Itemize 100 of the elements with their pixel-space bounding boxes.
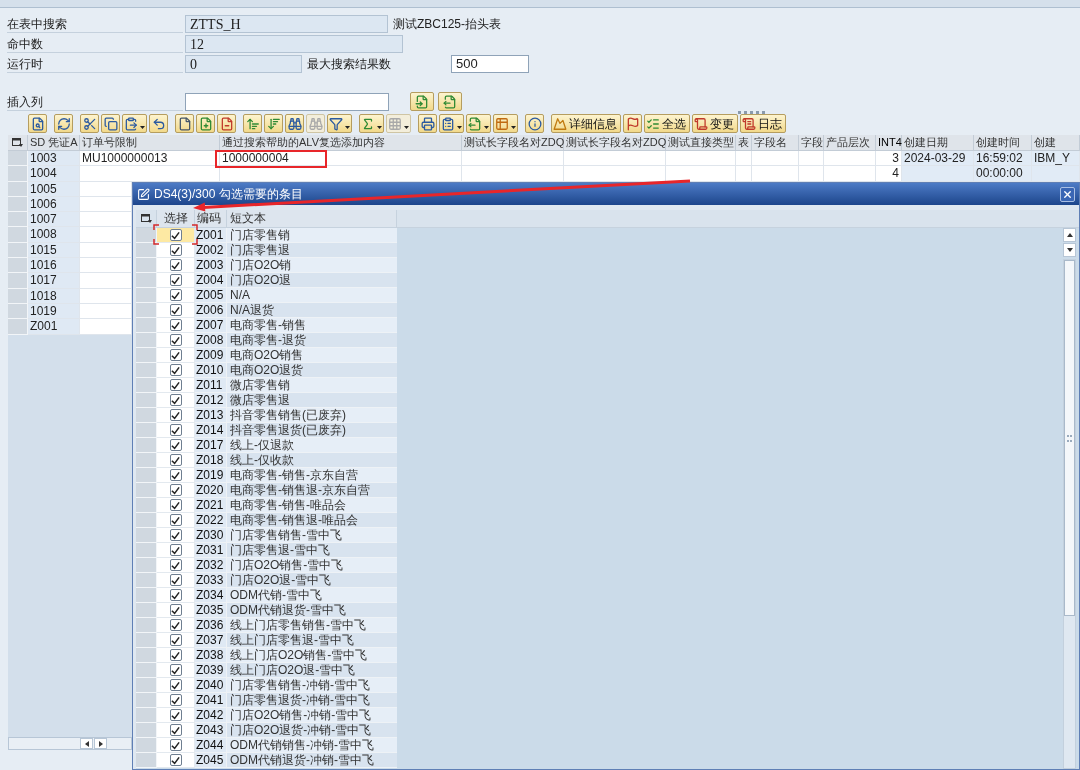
scroll-down-button[interactable]	[1063, 243, 1076, 257]
column-header[interactable]: 编码	[195, 210, 227, 227]
column-header[interactable]: 表	[736, 135, 752, 150]
horizontal-scrollbar[interactable]	[8, 737, 132, 750]
column-header[interactable]: 字段名	[752, 135, 799, 150]
column-header[interactable]: 创建日期	[902, 135, 974, 150]
scroll-left-button[interactable]	[80, 738, 93, 749]
checkbox[interactable]	[169, 559, 182, 571]
table-cell: 1016	[28, 258, 80, 274]
checkbox[interactable]	[169, 394, 182, 406]
checkbox[interactable]	[169, 664, 182, 676]
checkbox[interactable]	[169, 694, 182, 706]
checkbox[interactable]	[169, 229, 182, 241]
input-field[interactable]	[185, 92, 389, 111]
checkbox[interactable]	[169, 319, 182, 331]
export-button[interactable]	[466, 114, 491, 133]
checkbox[interactable]	[169, 334, 182, 346]
view-button[interactable]	[439, 114, 464, 133]
checkbox[interactable]	[169, 544, 182, 556]
paste-button[interactable]	[122, 114, 147, 133]
checkbox[interactable]	[169, 439, 182, 451]
change-button[interactable]: 变更	[692, 114, 738, 133]
checkbox[interactable]	[169, 244, 182, 256]
scroll-up-button[interactable]	[1063, 228, 1076, 242]
column-header[interactable]: 选择	[157, 210, 195, 227]
checkbox[interactable]	[169, 619, 182, 631]
column-header[interactable]: 创建时间	[974, 135, 1032, 150]
checkbox[interactable]	[169, 589, 182, 601]
sum-button[interactable]	[359, 114, 384, 133]
insert-column-right-button[interactable]	[438, 92, 462, 111]
column-header[interactable]: INT4	[876, 135, 902, 150]
delete-row-button[interactable]	[217, 114, 236, 133]
checkbox[interactable]	[169, 259, 182, 271]
sort-descending-button[interactable]	[264, 114, 283, 133]
checkbox[interactable]	[169, 499, 182, 511]
sort-ascending-button[interactable]	[243, 114, 262, 133]
insert-column-left-button[interactable]	[410, 92, 434, 111]
insert-row-button[interactable]	[196, 114, 215, 133]
find-button[interactable]	[285, 114, 304, 133]
checkbox[interactable]	[169, 379, 182, 391]
table-cell: Z011	[195, 378, 227, 393]
table-settings-icon[interactable]	[12, 137, 23, 148]
mountain-icon	[553, 116, 567, 131]
column-header[interactable]: 测试直接类型	[666, 135, 736, 150]
table-settings-icon[interactable]	[140, 213, 152, 224]
checkbox[interactable]	[169, 409, 182, 421]
column-header[interactable]: 订单号限制	[80, 135, 220, 150]
column-header[interactable]: 产品层次	[824, 135, 876, 150]
checkbox[interactable]	[169, 274, 182, 286]
column-header[interactable]: 测试长字段名对ZDQ	[564, 135, 666, 150]
checkbox[interactable]	[169, 349, 182, 361]
details-button[interactable]: 详细信息	[551, 114, 621, 133]
row-selector[interactable]	[136, 243, 157, 258]
new-page-button[interactable]	[175, 114, 194, 133]
scrollbar-thumb[interactable]	[1064, 260, 1075, 616]
document-search-button[interactable]	[28, 114, 47, 133]
input-field[interactable]: 500	[451, 55, 529, 73]
flag-button[interactable]	[623, 114, 642, 133]
filter-button[interactable]	[327, 114, 352, 133]
column-header[interactable]: 创建	[1032, 135, 1080, 150]
checkbox[interactable]	[169, 514, 182, 526]
column-header[interactable]: SD 凭证A	[28, 135, 80, 150]
checkbox[interactable]	[169, 484, 182, 496]
checkbox[interactable]	[169, 469, 182, 481]
close-button[interactable]	[1060, 186, 1075, 202]
checkbox[interactable]	[169, 574, 182, 586]
column-header[interactable]: 测试长字段名对ZDQ	[462, 135, 564, 150]
checkbox[interactable]	[169, 604, 182, 616]
checkbox[interactable]	[169, 454, 182, 466]
undo-button[interactable]	[149, 114, 168, 133]
checkbox[interactable]	[169, 634, 182, 646]
row-selector[interactable]	[136, 228, 157, 243]
checkbox[interactable]	[169, 679, 182, 691]
layout-button[interactable]	[493, 114, 518, 133]
checkbox[interactable]	[169, 724, 182, 736]
checkbox[interactable]	[169, 739, 182, 751]
checkbox[interactable]	[169, 754, 182, 766]
column-header[interactable]: 通过搜索帮助的ALV复选添加内容	[220, 135, 462, 150]
copy-icon	[103, 116, 118, 131]
table-cell: 微店零售退	[227, 393, 397, 408]
scroll-right-button[interactable]	[94, 738, 107, 749]
checkbox[interactable]	[169, 364, 182, 376]
cut-button[interactable]	[80, 114, 99, 133]
print-button[interactable]	[418, 114, 437, 133]
checkbox[interactable]	[169, 709, 182, 721]
checkbox[interactable]	[169, 649, 182, 661]
checkbox[interactable]	[169, 304, 182, 316]
refresh-button[interactable]	[54, 114, 73, 133]
info-button[interactable]	[525, 114, 544, 133]
table-cell: MU1000000013	[80, 151, 220, 167]
column-header[interactable]: 字段	[799, 135, 824, 150]
column-header[interactable]: 短文本	[227, 210, 397, 227]
table-cell: 1003	[28, 151, 80, 167]
checkbox[interactable]	[169, 424, 182, 436]
checkbox[interactable]	[169, 289, 182, 301]
select-all-button[interactable]: 全选	[644, 114, 690, 133]
caret-icon	[511, 126, 516, 129]
copy-button[interactable]	[101, 114, 120, 133]
scrollbar-track[interactable]	[1063, 259, 1076, 769]
checkbox[interactable]	[169, 529, 182, 541]
